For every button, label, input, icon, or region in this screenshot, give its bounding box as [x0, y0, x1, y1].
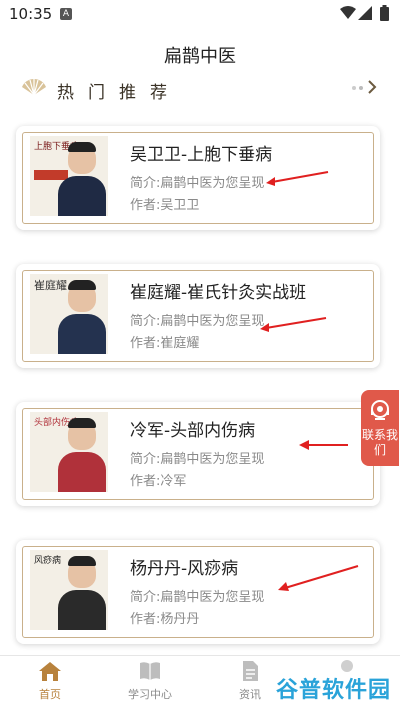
document-icon [243, 661, 258, 681]
headset-icon [371, 400, 389, 420]
tab-home[interactable]: 首页 [10, 660, 90, 702]
home-icon [39, 662, 61, 681]
red-arrow-annotation [260, 317, 327, 332]
course-author: 作者:吴卫卫 [130, 198, 200, 213]
battery-icon [380, 5, 389, 21]
course-card[interactable]: 头部内伤病 冷军-头部内伤病 简介:扁鹊中医为您呈现 作者:冷军 [16, 402, 380, 506]
section-title: 热门推荐 [57, 83, 181, 103]
course-intro: 简介:扁鹊中医为您呈现 [130, 314, 265, 329]
course-author: 作者:崔庭耀 [130, 336, 200, 351]
course-intro: 简介:扁鹊中医为您呈现 [130, 590, 265, 605]
course-title: 吴卫卫-上胞下垂病 [130, 145, 273, 165]
thumbnail-hair [68, 556, 96, 566]
contact-us-button[interactable]: 联系我们 [361, 390, 399, 466]
course-thumbnail: 上胞下垂病 [30, 136, 108, 216]
tab-home-label: 首页 [39, 688, 61, 701]
thumbnail-text: 崔庭耀 [34, 279, 67, 292]
thumbnail-hair [68, 418, 96, 428]
course-thumbnail: 崔庭耀 [30, 274, 108, 354]
course-intro: 简介:扁鹊中医为您呈现 [130, 176, 265, 191]
thumbnail-text: 风痧病 [34, 556, 62, 566]
thumbnail-tag [34, 170, 68, 180]
thumbnail-hair [68, 280, 96, 290]
thumbnail-figure [58, 176, 106, 216]
chevron-right-icon[interactable] [366, 78, 378, 96]
page-title: 扁鹊中医 [164, 46, 236, 67]
status-time: 10:35 [9, 5, 53, 23]
contact-label: 联系我们 [361, 428, 398, 457]
signal-icon [358, 6, 372, 20]
course-intro: 简介:扁鹊中医为您呈现 [130, 452, 265, 467]
thumbnail-hair [68, 142, 96, 152]
status-bar: 10:35 A [0, 0, 400, 28]
course-thumbnail: 风痧病 [30, 550, 108, 630]
course-title: 杨丹丹-风痧病 [130, 559, 239, 579]
tab-study-label: 学习中心 [128, 688, 172, 701]
red-arrow-annotation [278, 565, 359, 591]
watermark-logo: 谷普软件园 [276, 672, 392, 703]
profile-icon[interactable] [338, 658, 356, 672]
red-arrow-annotation [299, 440, 348, 450]
book-icon [140, 662, 160, 680]
notification-badge: A [60, 8, 72, 20]
thumbnail-figure [58, 452, 106, 492]
red-arrow-annotation [266, 171, 329, 186]
course-card[interactable]: 风痧病 杨丹丹-风痧病 简介:扁鹊中医为您呈现 作者:杨丹丹 [16, 540, 380, 644]
thumbnail-figure [58, 314, 106, 354]
course-author: 作者:冷军 [130, 474, 187, 489]
section-header: 热门推荐 [0, 72, 400, 104]
course-title: 冷军-头部内伤病 [130, 421, 256, 441]
course-author: 作者:杨丹丹 [130, 612, 200, 627]
tab-study[interactable]: 学习中心 [110, 660, 190, 702]
more-dots-icon [352, 86, 363, 90]
wifi-icon [340, 6, 356, 19]
fan-logo-icon [22, 79, 46, 96]
thumbnail-figure [58, 590, 106, 630]
course-thumbnail: 头部内伤病 [30, 412, 108, 492]
watermark-text: 谷普软件园 [276, 678, 392, 703]
course-title: 崔庭耀-崔氏针灸实战班 [130, 283, 307, 303]
